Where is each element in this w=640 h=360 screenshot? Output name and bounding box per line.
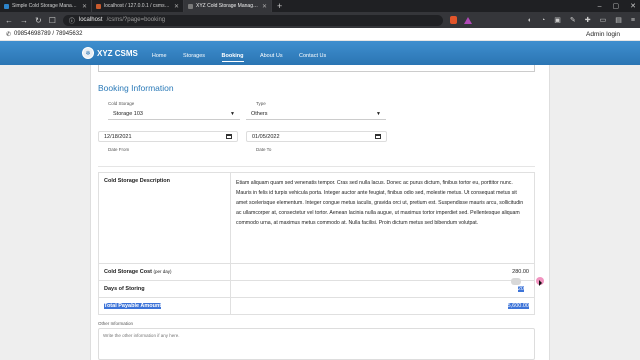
table-row: Days of Storing 20 (98, 280, 535, 298)
page-title: Booking Information (98, 83, 174, 93)
extensions-area: ◐ ◔ ▣ ✎ ✚ ▭ ▤ ≡ (528, 16, 635, 25)
cost-value: 280.00 (230, 263, 535, 281)
cost-unit: (per day) (153, 269, 172, 274)
forward-icon[interactable]: → (20, 16, 28, 25)
date-to-label: Date To (256, 147, 272, 152)
site-topbar: ✆ 09854698789 / 78945632 Admin login (0, 28, 640, 41)
browser-tab-1[interactable]: Simple Cold Storage Management Sy ✕ (0, 0, 92, 12)
calendar-icon[interactable] (226, 134, 232, 139)
window-controls: – ▢ ✕ (598, 0, 636, 12)
url-host: localhost (78, 17, 103, 23)
days-cell: 20 (230, 280, 535, 298)
close-icon[interactable]: ✕ (262, 3, 267, 10)
nav-storages[interactable]: Storages (183, 51, 205, 61)
table-row: Cold Storage Cost (per day) 280.00 (98, 263, 535, 281)
extension-icon[interactable]: ◔ (541, 17, 545, 24)
total-value: 5,600.00 (507, 303, 529, 309)
desc-cell: Etiam aliquam quam sed venenatis tempor.… (230, 172, 535, 264)
reload-icon[interactable]: ↻ (35, 16, 42, 25)
tab-title: XYZ Cold Storage Management S (196, 3, 259, 9)
cost-label-cell: Cold Storage Cost (per day) (98, 263, 231, 281)
minimize-icon[interactable]: – (598, 3, 602, 10)
site-favicon-icon (188, 3, 193, 9)
site-favicon-icon (4, 3, 9, 9)
menu-icon[interactable]: ≡ (631, 17, 635, 24)
address-bar[interactable]: ⓘ localhost/csms/?page=booking (62, 14, 443, 26)
table-row: Cold Storage Description Etiam aliquam q… (98, 172, 535, 264)
browser-tab-3[interactable]: XYZ Cold Storage Management S ✕ (184, 0, 272, 12)
back-icon[interactable]: ← (5, 16, 13, 25)
nav-contact-us[interactable]: Contact Us (299, 51, 326, 61)
extension-icon[interactable]: ▣ (554, 16, 561, 24)
cost-label: Cold Storage Cost (104, 269, 152, 275)
chevron-down-icon: ▼ (376, 111, 381, 117)
days-label: Days of Storing (98, 280, 231, 298)
maximize-icon[interactable]: ▢ (613, 2, 620, 10)
total-label: Total Payable Amount (104, 303, 162, 309)
cold-storage-label: Cold Storage (108, 101, 135, 106)
chevron-down-icon: ▼ (230, 111, 235, 117)
date-from-input[interactable]: 12/18/2021 (98, 131, 238, 142)
brave-shield-icon[interactable] (449, 16, 457, 24)
sidebar-icon[interactable]: ▭ (600, 16, 607, 24)
wallet-icon[interactable]: ▤ (615, 16, 622, 24)
table-row: Total Payable Amount 5,600.00 (98, 297, 535, 315)
main-nav: Home Storages Booking About Us Contact U… (152, 44, 338, 62)
bookmark-icon[interactable]: ☐ (49, 16, 56, 25)
close-icon[interactable]: ✕ (174, 3, 179, 10)
new-tab-button[interactable]: + (277, 1, 282, 11)
cold-storage-value: Storage 103 (113, 111, 143, 117)
cold-storage-select[interactable]: Storage 103 ▼ (108, 109, 240, 120)
close-window-icon[interactable]: ✕ (630, 2, 636, 10)
nav-home[interactable]: Home (152, 51, 167, 61)
phpmyadmin-favicon-icon (96, 3, 101, 9)
site-navbar: ❄ XYZ CSMS Home Storages Booking About U… (0, 41, 640, 65)
admin-login-link[interactable]: Admin login (586, 31, 620, 38)
phone-info: ✆ 09854698789 / 78945632 (6, 31, 82, 38)
nav-about-us[interactable]: About Us (260, 51, 283, 61)
extension-icon[interactable]: ◐ (528, 17, 532, 24)
other-info-textarea[interactable] (98, 328, 535, 360)
nav-booking[interactable]: Booking (221, 51, 244, 62)
logo-icon[interactable]: ❄ (82, 47, 94, 59)
browser-toolbar: ← → ↻ ☐ ⓘ localhost/csms/?page=booking ◐… (0, 12, 640, 28)
brave-rewards-icon[interactable] (463, 16, 472, 24)
date-from-label: Date From (108, 147, 130, 152)
calendar-icon[interactable] (375, 134, 381, 139)
phone-icon: ✆ (6, 31, 12, 38)
phone-number: 09854698789 / 78945632 (14, 31, 83, 37)
summary-table: Cold Storage Description Etiam aliquam q… (98, 172, 535, 315)
date-to-input[interactable]: 01/05/2022 (246, 131, 387, 142)
total-label-cell: Total Payable Amount (98, 297, 231, 315)
site-info-icon[interactable]: ⓘ (69, 16, 75, 25)
close-icon[interactable]: ✕ (82, 3, 87, 10)
divider (98, 166, 535, 167)
desc-text: Etiam aliquam quam sed venenatis tempor.… (236, 180, 524, 226)
desc-label: Cold Storage Description (98, 172, 231, 264)
previous-section-border (98, 65, 535, 72)
type-value: Others (251, 111, 268, 117)
type-label: Type (256, 101, 266, 106)
url-path: /csms/?page=booking (106, 17, 166, 23)
browser-tabstrip: Simple Cold Storage Management Sy ✕ loca… (0, 0, 640, 12)
blurred-overlay (511, 278, 521, 285)
type-select[interactable]: Others ▼ (246, 109, 386, 120)
brand-name[interactable]: XYZ CSMS (97, 49, 138, 58)
extension-icon[interactable]: ✎ (570, 16, 576, 24)
browser-tab-2[interactable]: localhost / 127.0.0.1 / csms_db | phpM ✕ (92, 0, 184, 12)
date-from-value: 12/18/2021 (104, 133, 132, 140)
date-to-value: 01/05/2022 (252, 133, 280, 140)
tab-title: Simple Cold Storage Management Sy (12, 3, 79, 9)
total-cell: 5,600.00 (230, 297, 535, 315)
other-info-label: Other Information (98, 321, 134, 326)
tab-title: localhost / 127.0.0.1 / csms_db | phpM (104, 3, 171, 9)
mouse-cursor-icon (536, 277, 544, 286)
puzzle-icon[interactable]: ✚ (585, 16, 591, 24)
days-value: 20 (517, 286, 524, 292)
